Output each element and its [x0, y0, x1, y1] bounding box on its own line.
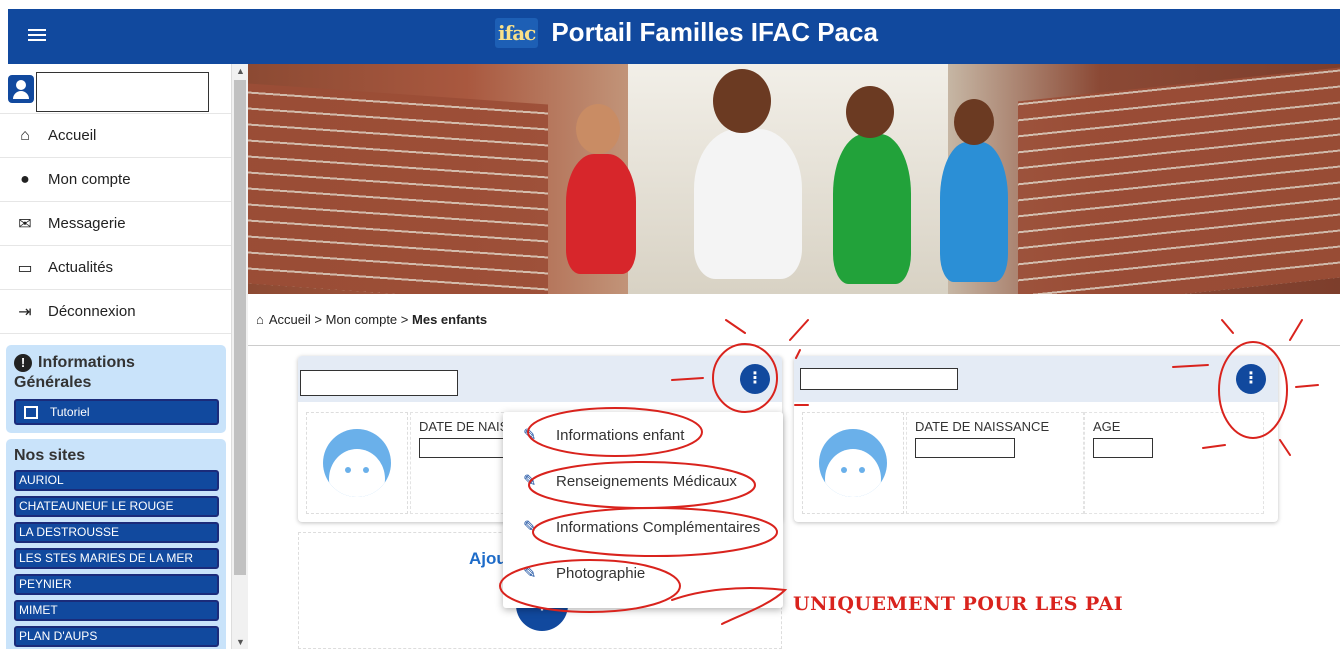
info-panel: ! Informations Générales Tutoriel [6, 345, 226, 433]
child-blue-shirt [940, 142, 1008, 282]
sidebar-item-accueil[interactable]: ⌂ Accueil [0, 114, 231, 158]
scroll-down-icon[interactable]: ▼ [236, 637, 245, 647]
home-icon: ⌂ [20, 126, 30, 144]
tutorial-button[interactable]: Tutoriel [14, 399, 219, 425]
sites-title: Nos sites [14, 447, 86, 464]
user-row [0, 64, 231, 114]
sidebar-item-mon-compte[interactable]: ● Mon compte [0, 158, 231, 202]
child-head [713, 69, 771, 133]
child-avatar-icon [323, 429, 391, 497]
top-header: ifac Portail Familles IFAC Paca [8, 9, 1340, 64]
site-button[interactable]: AURIOL [14, 470, 219, 491]
child-name-field [300, 370, 458, 396]
brand: ifac Portail Familles IFAC Paca [495, 17, 878, 48]
sidebar-item-label: Mon compte [48, 171, 131, 188]
child-avatar-icon [819, 429, 887, 497]
info-panel-title: ! Informations Générales [14, 354, 135, 391]
child-card: ⋮ DATE DE NAISSANCE AGE [794, 356, 1278, 522]
breadcrumb-account[interactable]: Mon compte [326, 312, 398, 327]
pencil-icon: ✎ [523, 519, 537, 536]
site-button[interactable]: PEYNIER [14, 574, 219, 595]
logout-icon: ⇥ [18, 303, 32, 321]
child-photo [306, 412, 408, 514]
sites-panel: Nos sites AURIOL CHATEAUNEUF LE ROUGE LA… [6, 439, 226, 649]
birthdate-value [915, 438, 1015, 458]
hero-banner-image [248, 64, 1340, 294]
annotation-note: UNIQUEMENT POUR LES PAI [793, 593, 1124, 615]
child-head [576, 104, 620, 154]
site-button[interactable]: LA DESTROUSSE [14, 522, 219, 543]
sidebar-item-deconnexion[interactable]: ⇥ Déconnexion [0, 290, 231, 334]
child-red-shirt [566, 154, 636, 274]
sidebar-scrollbar[interactable]: ▲ ▼ [232, 64, 248, 649]
breadcrumb: ⌂ Accueil > Mon compte > Mes enfants [256, 312, 488, 327]
pencil-icon: ✎ [523, 565, 537, 582]
more-options-icon[interactable]: ⋮ [740, 364, 770, 394]
menu-item-photographie[interactable]: ✎ Photographie [503, 550, 783, 596]
menu-hamburger-icon[interactable] [28, 26, 46, 46]
app-title: Portail Familles IFAC Paca [551, 17, 878, 47]
more-options-icon[interactable]: ⋮ [1236, 364, 1266, 394]
sidebar-item-label: Messagerie [48, 215, 126, 232]
news-icon: ▭ [17, 259, 33, 277]
child-white-shirt [694, 129, 802, 279]
account-icon: ● [20, 170, 30, 188]
birthdate-column: DATE DE NAISSANCE [906, 412, 1084, 514]
document-icon [24, 405, 38, 419]
sidebar-item-label: Actualités [48, 259, 114, 276]
ifac-logo: ifac [495, 17, 539, 48]
child-card-header: ⋮ [298, 356, 782, 402]
birthdate-label: DATE DE NAISSANCE [915, 419, 1050, 434]
menu-item-informations-complementaires[interactable]: ✎ Informations Complémentaires [503, 504, 783, 550]
child-head [954, 99, 994, 145]
age-label: AGE [1093, 419, 1121, 434]
home-icon[interactable]: ⌂ [256, 312, 264, 327]
site-button[interactable]: CHATEAUNEUF LE ROUGE [14, 496, 219, 517]
site-button[interactable]: LES STES MARIES DE LA MER [14, 548, 219, 569]
mail-icon: ✉ [18, 215, 32, 233]
user-name-field [36, 72, 209, 112]
child-card-header: ⋮ [794, 356, 1278, 402]
site-button[interactable]: PLAN D'AUPS [14, 626, 219, 647]
pencil-icon: ✎ [523, 427, 537, 444]
breadcrumb-home[interactable]: Accueil [269, 312, 311, 327]
info-icon: ! [14, 354, 32, 372]
age-value [1093, 438, 1153, 458]
sidebar-item-actualites[interactable]: ▭ Actualités [0, 246, 231, 290]
menu-item-informations-enfant[interactable]: ✎ Informations enfant [503, 412, 783, 458]
child-photo [802, 412, 904, 514]
sidebar: ⌂ Accueil ● Mon compte ✉ Messagerie ▭ Ac… [0, 64, 232, 649]
site-button[interactable]: MIMET [14, 600, 219, 621]
scroll-thumb[interactable] [234, 80, 246, 575]
age-column: AGE [1084, 412, 1264, 514]
sidebar-item-label: Déconnexion [48, 303, 136, 320]
pencil-icon: ✎ [523, 473, 537, 490]
child-head [846, 86, 894, 138]
sidebar-item-messagerie[interactable]: ✉ Messagerie [0, 202, 231, 246]
child-options-menu: ✎ Informations enfant ✎ Renseignements M… [503, 412, 783, 608]
sidebar-item-label: Accueil [48, 127, 97, 144]
brick-wall-left [248, 83, 548, 294]
child-green-shirt [833, 134, 911, 284]
breadcrumb-current: Mes enfants [412, 312, 488, 327]
child-name-field [800, 368, 958, 390]
brick-wall-right [1018, 66, 1340, 294]
menu-item-renseignements-medicaux[interactable]: ✎ Renseignements Médicaux [503, 458, 783, 504]
user-avatar-icon [8, 75, 34, 103]
scroll-up-icon[interactable]: ▲ [236, 66, 245, 76]
divider [248, 345, 1340, 346]
